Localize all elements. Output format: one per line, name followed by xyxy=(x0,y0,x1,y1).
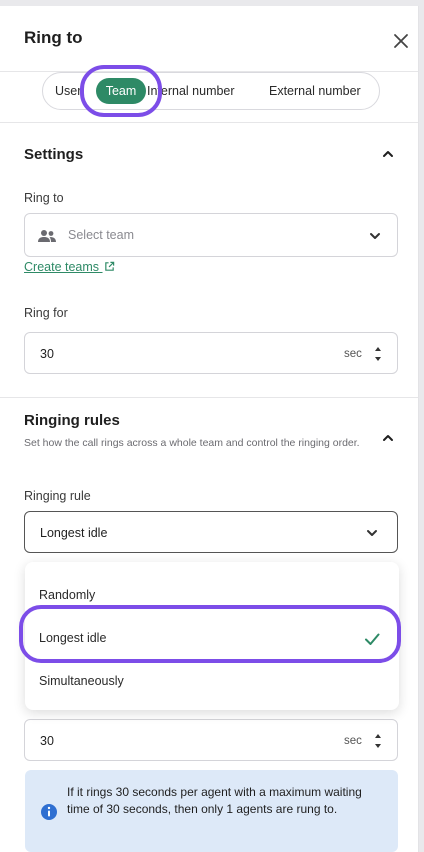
per-agent-ring-input[interactable]: 30 sec xyxy=(24,719,398,761)
per-agent-ring-unit: sec xyxy=(344,735,362,747)
close-icon[interactable] xyxy=(390,30,412,52)
external-link-icon xyxy=(104,261,114,271)
ring-for-label: Ring for xyxy=(24,306,68,320)
ring-to-panel: Ring to User Team Internal number Extern… xyxy=(0,6,419,852)
option-label: Randomly xyxy=(39,588,96,602)
chevron-down-icon xyxy=(370,233,380,239)
ringing-rule-options: Randomly Longest idle Simultaneously xyxy=(25,562,399,710)
chevron-up-icon[interactable] xyxy=(381,431,395,445)
settings-title: Settings xyxy=(24,146,84,163)
tab-internal-number[interactable]: Internal number xyxy=(147,73,259,109)
tab-user[interactable]: User xyxy=(55,73,93,109)
per-agent-ring-value: 30 xyxy=(40,734,54,748)
ringing-rule-label: Ringing rule xyxy=(24,489,91,503)
create-teams-link[interactable]: Create teams xyxy=(24,260,115,274)
option-label: Simultaneously xyxy=(39,674,124,688)
chevron-down-icon xyxy=(367,530,377,536)
ring-for-input[interactable]: 30 sec xyxy=(24,332,398,374)
option-label: Longest idle xyxy=(39,631,107,645)
ring-for-unit: sec xyxy=(344,348,362,360)
ringing-rules-title: Ringing rules xyxy=(24,412,120,429)
ring-to-label: Ring to xyxy=(24,191,64,205)
info-callout: If it rings 30 seconds per agent with a … xyxy=(25,770,398,852)
ringing-rule-select[interactable]: Longest idle xyxy=(24,511,398,553)
panel-header: Ring to xyxy=(0,6,418,72)
spinner-arrows-icon[interactable] xyxy=(373,730,383,752)
team-select-placeholder: Select team xyxy=(68,228,135,242)
option-longest-idle[interactable]: Longest idle xyxy=(25,619,399,659)
option-randomly[interactable]: Randomly xyxy=(25,576,399,616)
team-select[interactable]: Select team xyxy=(24,213,398,257)
panel-title: Ring to xyxy=(24,28,83,47)
spinner-arrows-icon[interactable] xyxy=(373,343,383,365)
tabs-divider xyxy=(0,122,418,123)
info-text: If it rings 30 seconds per agent with a … xyxy=(67,785,362,816)
tab-team[interactable]: Team xyxy=(96,78,146,104)
create-teams-label: Create teams xyxy=(24,260,100,274)
settings-divider xyxy=(0,397,418,398)
ring-for-value: 30 xyxy=(40,347,54,361)
ringing-rule-value: Longest idle xyxy=(40,526,108,540)
tab-external-number[interactable]: External number xyxy=(269,73,375,109)
check-icon xyxy=(365,633,380,645)
ring-target-tabs: User Team Internal number External numbe… xyxy=(42,72,380,110)
option-simultaneously[interactable]: Simultaneously xyxy=(25,662,399,702)
chevron-up-icon[interactable] xyxy=(381,147,395,161)
team-icon xyxy=(38,230,56,242)
info-icon xyxy=(41,804,57,820)
ringing-rules-description: Set how the call rings across a whole te… xyxy=(24,437,360,449)
